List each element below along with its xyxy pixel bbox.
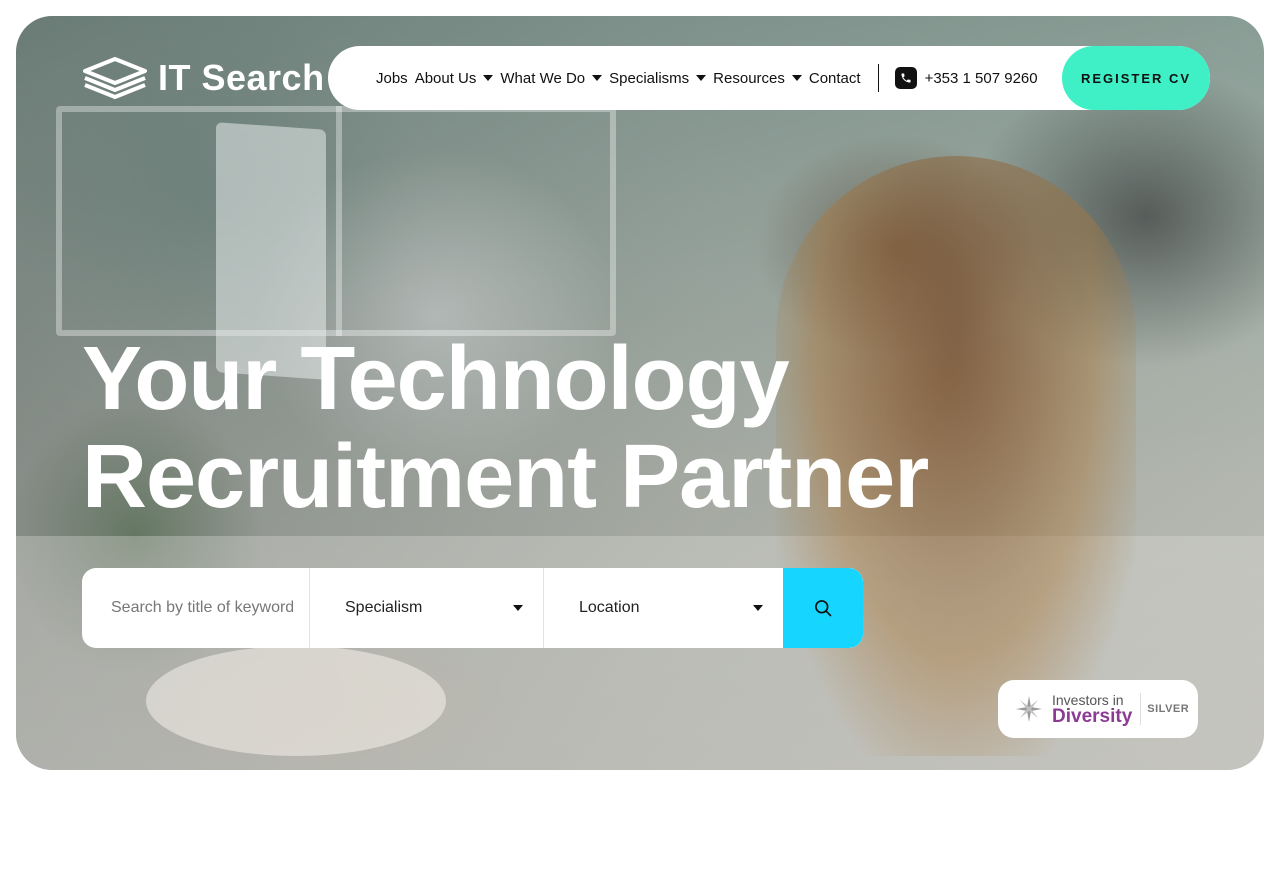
specialism-select[interactable]: Specialism (310, 568, 544, 648)
phone-link[interactable]: +353 1 507 9260 (894, 67, 1038, 89)
phone-icon (894, 67, 917, 89)
nav-item-contact[interactable]: Contact (809, 70, 861, 87)
plate-decoration (146, 646, 446, 756)
badge-tier: SILVER (1147, 703, 1190, 715)
location-select[interactable]: Location (544, 568, 783, 648)
nav-item-label: Specialisms (609, 69, 690, 87)
nav-item-specialisms[interactable]: Specialisms (609, 69, 707, 87)
nav-item-about-us[interactable]: About Us (415, 70, 494, 87)
nav-divider (877, 64, 879, 92)
nav-item-jobs[interactable]: Jobs (376, 70, 408, 87)
site-logo[interactable]: IT Search (82, 56, 325, 100)
investors-in-diversity-badge: Investors in Diversity SILVER (998, 680, 1198, 738)
badge-line-2: Diversity (1052, 705, 1133, 727)
location-select-value: Location (579, 599, 640, 616)
caret-down-icon (592, 75, 603, 81)
nav-item-what-we-do[interactable]: What We Do (500, 69, 603, 87)
search-icon (815, 600, 832, 617)
caret-down-icon (483, 75, 494, 81)
badge-divider (1140, 693, 1142, 725)
nav-item-label: Jobs (376, 69, 408, 87)
badge-line-1: Investors in (1052, 691, 1124, 708)
nav-item-label: About Us (414, 69, 477, 87)
chevron-down-icon (513, 605, 523, 611)
nav-item-label: What We Do (500, 69, 586, 87)
register-cv-button[interactable]: REGISTER CV (1062, 46, 1210, 110)
phone-number: +353 1 507 9260 (924, 69, 1038, 87)
nav-item-resources[interactable]: Resources (713, 70, 802, 87)
headline-line-1: Your Technology (82, 329, 790, 429)
window-bar-decoration (336, 106, 342, 336)
nav-item-label: Resources (713, 69, 785, 87)
badge-text: Investors in Diversity (1052, 693, 1132, 726)
nav-items: Jobs About Us What We Do Specialisms Res… (376, 70, 868, 87)
job-search-bar: Specialism Location (82, 568, 863, 648)
logo-mark-icon (83, 57, 147, 99)
main-navigation: Jobs About Us What We Do Specialisms Res… (328, 46, 1210, 110)
search-button[interactable] (783, 568, 863, 648)
diversity-star-icon (1016, 696, 1042, 722)
keyword-search-input[interactable] (82, 568, 310, 648)
hero-headline: Your Technology Recruitment Partner (82, 329, 929, 527)
logo-text: IT Search (158, 57, 325, 98)
nav-item-label: Contact (808, 69, 861, 87)
specialism-select-value: Specialism (345, 599, 423, 616)
caret-down-icon (696, 75, 707, 81)
headline-line-2: Recruitment Partner (82, 427, 929, 527)
chevron-down-icon (753, 605, 763, 611)
caret-down-icon (791, 75, 802, 81)
